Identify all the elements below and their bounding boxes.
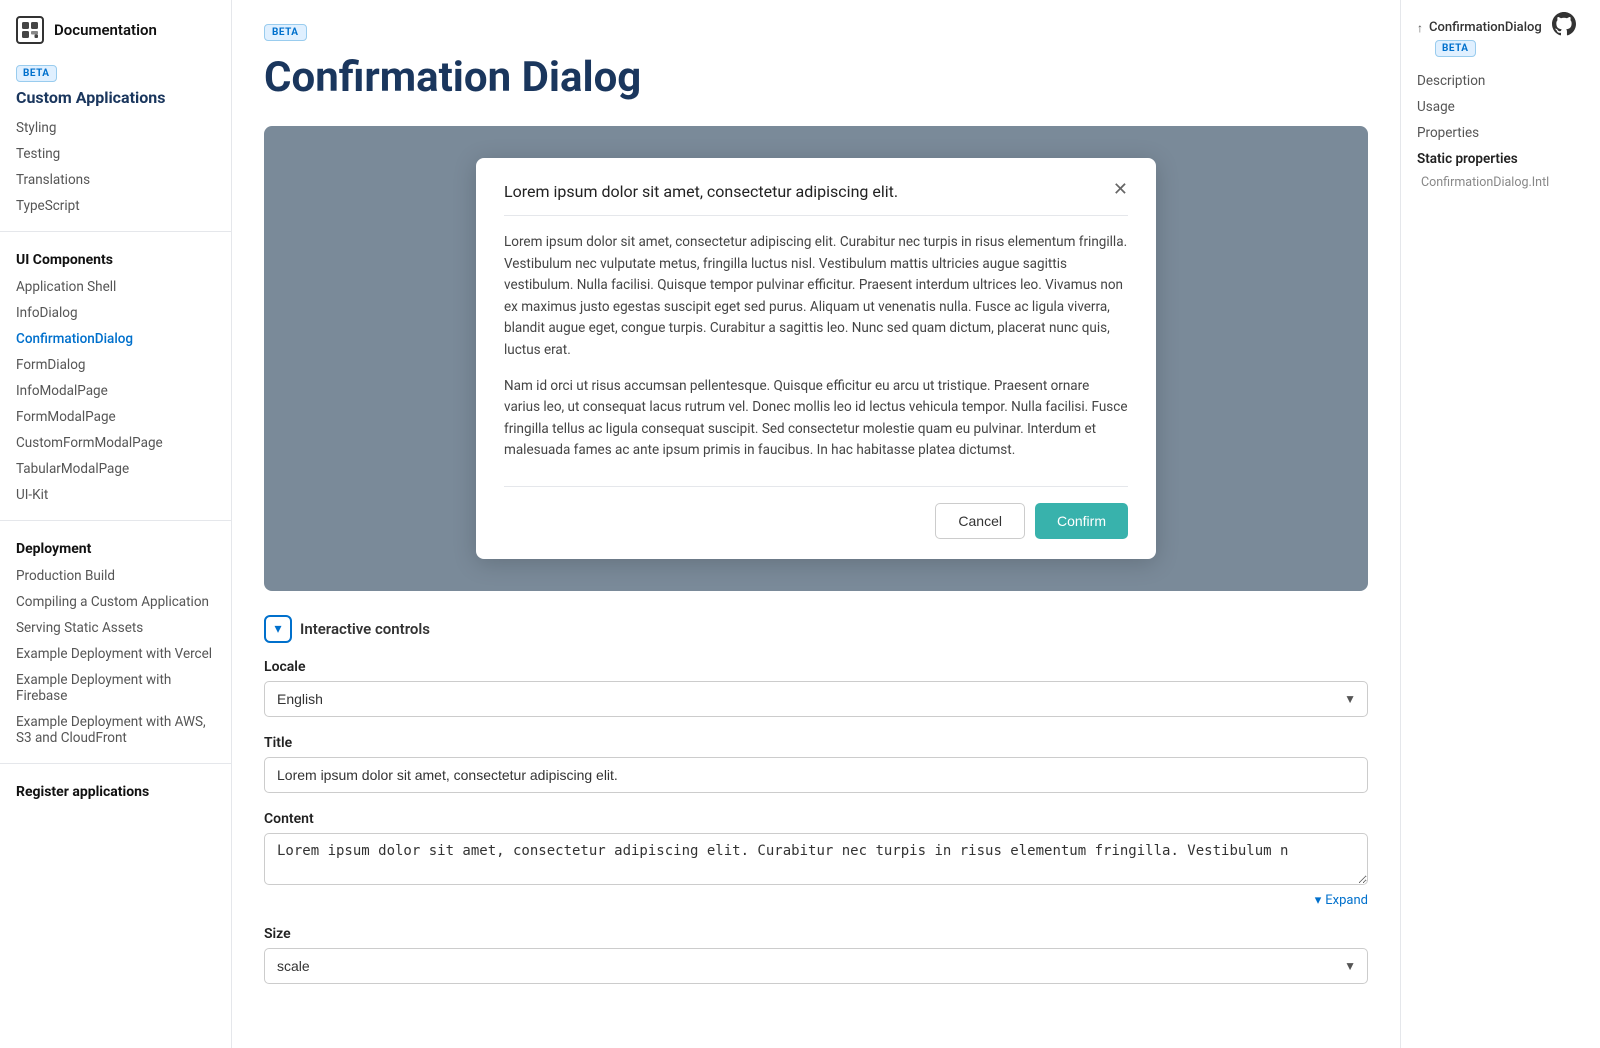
right-sidebar-items: Description Usage Properties Static prop…: [1417, 69, 1584, 192]
sidebar-item-infomodalpage[interactable]: InfoModalPage: [0, 378, 231, 404]
ui-components-title: UI Components: [0, 240, 231, 274]
github-icon[interactable]: [1552, 12, 1576, 42]
controls-toggle-button[interactable]: ▾: [264, 615, 292, 643]
divider-2: [0, 520, 231, 521]
logo[interactable]: Documentation: [0, 16, 231, 60]
custom-applications-section: BETA Custom Applications Styling Testing…: [0, 60, 231, 219]
sidebar-item-production-build[interactable]: Production Build: [0, 563, 231, 589]
sidebar-section-title: Custom Applications: [0, 84, 231, 115]
left-sidebar: Documentation BETA Custom Applications S…: [0, 0, 232, 1048]
dialog-footer: Cancel Confirm: [504, 486, 1128, 539]
locale-label: Locale: [264, 659, 1368, 675]
page-beta-badge-wrapper: BETA: [264, 24, 1368, 45]
right-sidebar-static-properties[interactable]: Static properties: [1417, 147, 1584, 171]
locale-select-wrapper: English French German Spanish ▼: [264, 681, 1368, 717]
controls-header: ▾ Interactive controls: [264, 615, 1368, 643]
size-select-wrapper: scale s m l ▼: [264, 948, 1368, 984]
locale-group: Locale English French German Spanish ▼: [264, 659, 1368, 717]
right-sidebar-description[interactable]: Description: [1417, 69, 1584, 93]
interactive-controls-section: ▾ Interactive controls Locale English Fr…: [264, 615, 1368, 984]
demo-box: Lorem ipsum dolor sit amet, consectetur …: [264, 126, 1368, 591]
ui-components-group: UI Components Application Shell InfoDial…: [0, 240, 231, 508]
sidebar-item-firebase[interactable]: Example Deployment with Firebase: [0, 667, 231, 709]
expand-label: Expand: [1325, 893, 1368, 908]
sidebar-item-application-shell[interactable]: Application Shell: [0, 274, 231, 300]
right-sidebar-component-name: ConfirmationDialog: [1429, 20, 1542, 35]
size-group: Size scale s m l ▼: [264, 926, 1368, 984]
right-sidebar-usage[interactable]: Usage: [1417, 95, 1584, 119]
dialog-title: Lorem ipsum dolor sit amet, consectetur …: [504, 182, 898, 201]
sidebar-item-testing[interactable]: Testing: [0, 141, 231, 167]
dialog-body: Lorem ipsum dolor sit amet, consectetur …: [504, 232, 1128, 462]
size-select[interactable]: scale s m l: [264, 948, 1368, 984]
sidebar-item-formdialog[interactable]: FormDialog: [0, 352, 231, 378]
dialog-card: Lorem ipsum dolor sit amet, consectetur …: [476, 158, 1156, 559]
content-group: Content Lorem ipsum dolor sit amet, cons…: [264, 811, 1368, 908]
cancel-button[interactable]: Cancel: [935, 503, 1025, 539]
controls-label: Interactive controls: [300, 620, 430, 638]
sidebar-item-infodialog[interactable]: InfoDialog: [0, 300, 231, 326]
right-sidebar-intl[interactable]: ConfirmationDialog.Intl: [1417, 173, 1584, 192]
content-textarea[interactable]: Lorem ipsum dolor sit amet, consectetur …: [264, 833, 1368, 885]
size-label: Size: [264, 926, 1368, 942]
page-title: Confirmation Dialog: [264, 53, 1368, 102]
title-group: Title: [264, 735, 1368, 793]
dialog-header: Lorem ipsum dolor sit amet, consectetur …: [504, 182, 1128, 216]
sidebar-beta-badge: BETA: [16, 65, 57, 82]
dialog-close-button[interactable]: ✕: [1113, 180, 1128, 198]
sidebar-item-typescript[interactable]: TypeScript: [0, 193, 231, 219]
up-arrow-icon: ↑: [1417, 21, 1423, 35]
sidebar-item-styling[interactable]: Styling: [0, 115, 231, 141]
dialog-body-paragraph1: Lorem ipsum dolor sit amet, consectetur …: [504, 232, 1128, 362]
dialog-body-paragraph2: Nam id orci ut risus accumsan pellentesq…: [504, 376, 1128, 462]
confirm-button[interactable]: Confirm: [1035, 503, 1128, 539]
right-sidebar: ↑ ConfirmationDialog BETA Description Us…: [1400, 0, 1600, 1048]
title-input[interactable]: [264, 757, 1368, 793]
chevron-down-icon: ▾: [274, 620, 281, 637]
deployment-title: Deployment: [0, 529, 231, 563]
sidebar-item-formmodalpage[interactable]: FormModalPage: [0, 404, 231, 430]
sidebar-item-compiling[interactable]: Compiling a Custom Application: [0, 589, 231, 615]
sidebar-item-confirmationdialog[interactable]: ConfirmationDialog: [0, 326, 231, 352]
sidebar-item-tabularmodalpage[interactable]: TabularModalPage: [0, 456, 231, 482]
right-sidebar-beta-badge: BETA: [1435, 40, 1476, 57]
title-label: Title: [264, 735, 1368, 751]
logo-text: Documentation: [54, 21, 157, 39]
logo-icon: [16, 16, 44, 44]
main-content: BETA Confirmation Dialog Lorem ipsum dol…: [232, 0, 1400, 1048]
right-sidebar-properties[interactable]: Properties: [1417, 121, 1584, 145]
locale-select[interactable]: English French German Spanish: [264, 681, 1368, 717]
deployment-group: Deployment Production Build Compiling a …: [0, 529, 231, 751]
sidebar-item-translations[interactable]: Translations: [0, 167, 231, 193]
divider-3: [0, 763, 231, 764]
content-label: Content: [264, 811, 1368, 827]
chevron-down-small-icon: ▾: [1315, 893, 1322, 908]
sidebar-item-vercel[interactable]: Example Deployment with Vercel: [0, 641, 231, 667]
sidebar-item-aws[interactable]: Example Deployment with AWS, S3 and Clou…: [0, 709, 231, 751]
sidebar-item-serving-static[interactable]: Serving Static Assets: [0, 615, 231, 641]
expand-link[interactable]: ▾ Expand: [264, 893, 1368, 908]
sidebar-item-uikit[interactable]: UI-Kit: [0, 482, 231, 508]
page-beta-badge: BETA: [264, 24, 307, 41]
register-title: Register applications: [0, 772, 231, 806]
divider-1: [0, 231, 231, 232]
sidebar-item-customformmodalpage[interactable]: CustomFormModalPage: [0, 430, 231, 456]
register-group: Register applications: [0, 772, 231, 806]
